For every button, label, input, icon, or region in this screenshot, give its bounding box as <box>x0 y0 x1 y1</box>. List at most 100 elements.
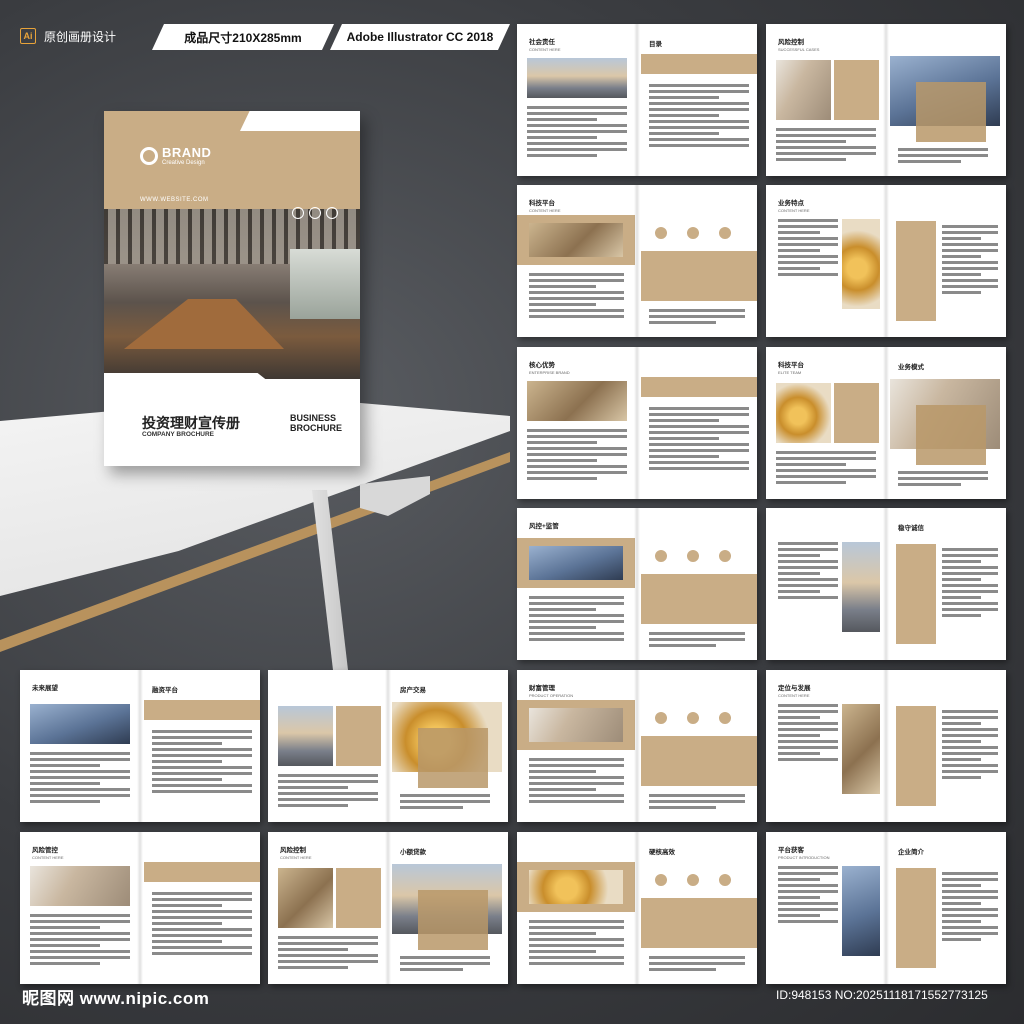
accent-block <box>641 251 757 301</box>
software-label: Adobe Illustrator CC 2018 <box>330 24 510 50</box>
spread-title: 风险控制 CONTENT HERE <box>280 847 312 860</box>
feature-icon <box>653 872 669 888</box>
feature-icon <box>717 710 733 726</box>
brochure-spread: 业务特点 CONTENT HERE <box>766 185 1006 337</box>
text-lines <box>278 936 378 972</box>
photo <box>30 866 130 906</box>
spread-title: 社会责任 CONTENT HERE <box>529 39 561 52</box>
brochure-spread: 核心优势 ENTERPRISE BRAND <box>517 347 757 499</box>
photo <box>527 58 627 98</box>
text-lines <box>529 596 624 644</box>
text-lines <box>776 128 876 164</box>
spread-title: 核心优势 ENTERPRISE BRAND <box>529 362 570 375</box>
brochure-spread: 风险管控 CONTENT HERE <box>20 832 260 984</box>
brochure-spread: 硬核高效 <box>517 832 757 984</box>
spread-right-title: 企业简介 <box>898 849 924 856</box>
spread-right-title: 目录 <box>649 41 662 48</box>
spread-title: 业务特点 CONTENT HERE <box>778 200 810 213</box>
photo <box>842 704 880 794</box>
feature-icon <box>685 710 701 726</box>
spread-right-title: 稳守诚信 <box>898 525 924 532</box>
spread-title: 风险控制 SUCCESSFUL CASES <box>778 39 820 52</box>
text-lines <box>529 920 624 968</box>
brochure-spread: 科技平台 CONTENT HERE <box>517 185 757 337</box>
text-lines <box>400 956 490 974</box>
brochure-spread: 财富管理 PRODUCT OPERATION <box>517 670 757 822</box>
brand-name: BRAND <box>162 145 212 160</box>
text-lines <box>649 309 745 327</box>
text-lines <box>278 774 378 810</box>
feature-icon <box>653 710 669 726</box>
photo <box>529 546 623 580</box>
image-id: ID:948153 NO:20251118171552773125 <box>776 988 988 1002</box>
accent-block <box>834 383 879 443</box>
text-lines <box>30 752 130 806</box>
feature-icon <box>653 548 669 564</box>
text-lines <box>649 956 745 974</box>
brochure-spread: 风险控制 CONTENT HERE 小额贷款 <box>268 832 508 984</box>
spread-title: 未来展望 <box>32 685 58 692</box>
spread-title: 财富管理 PRODUCT OPERATION <box>529 685 574 698</box>
text-lines <box>898 148 988 166</box>
photo <box>278 706 333 766</box>
spread-title: 科技平台 ELITE TEAM <box>778 362 804 375</box>
text-lines <box>152 730 252 796</box>
feature-icon <box>653 225 669 241</box>
header-title: 原创画册设计 <box>44 29 117 44</box>
accent-block <box>916 405 986 465</box>
spread-right-title: 小额贷款 <box>400 849 426 856</box>
size-label: 成品尺寸210X285mm <box>152 24 334 50</box>
office-photo <box>104 209 360 379</box>
accent-block <box>916 82 986 142</box>
brochure-spread: 科技平台 ELITE TEAM 业务模式 <box>766 347 1006 499</box>
accent-block <box>641 898 757 948</box>
text-lines <box>152 892 252 958</box>
text-lines <box>527 106 627 160</box>
phone-icon <box>326 207 338 219</box>
photo <box>842 219 880 309</box>
header-bar: Ai 原创画册设计 <box>20 22 116 50</box>
illustrator-icon: Ai <box>20 28 36 44</box>
text-lines <box>649 632 745 650</box>
accent-block <box>834 60 879 120</box>
cover-icons <box>292 207 338 219</box>
text-lines <box>898 471 988 489</box>
text-lines <box>942 548 998 620</box>
photo <box>776 60 831 120</box>
home-icon <box>292 207 304 219</box>
text-lines <box>778 542 838 602</box>
cover-website: WWW.WEBSITE.COM <box>140 197 209 203</box>
text-lines <box>527 429 627 483</box>
feature-icon <box>717 872 733 888</box>
photo <box>776 383 831 443</box>
spread-right-title: 房产交易 <box>400 687 426 694</box>
spread-title: 科技平台 CONTENT HERE <box>529 200 561 213</box>
photo <box>30 704 130 744</box>
accent-block <box>641 574 757 624</box>
brand-sub: Creative Design <box>162 160 205 166</box>
text-lines <box>529 758 624 806</box>
accent-block <box>336 706 381 766</box>
text-lines <box>649 407 749 473</box>
cover-title-cn: 投资理财宣传册 <box>142 415 240 431</box>
brochure-spread: 风控+监管 <box>517 508 757 660</box>
photo <box>527 381 627 421</box>
table-bracket <box>360 476 430 516</box>
accent-band <box>144 700 260 720</box>
text-lines <box>649 794 745 812</box>
location-icon <box>309 207 321 219</box>
feature-icon <box>717 548 733 564</box>
brochure-spread: 未来展望 融资平台 <box>20 670 260 822</box>
spread-title: 风险管控 CONTENT HERE <box>32 847 64 860</box>
feature-icon <box>685 872 701 888</box>
feature-icon <box>685 548 701 564</box>
accent-block <box>418 728 488 788</box>
text-lines <box>778 219 838 279</box>
text-lines <box>529 273 624 321</box>
photo <box>842 866 880 956</box>
brochure-spread: 定位与发展 CONTENT HERE <box>766 670 1006 822</box>
accent-column <box>896 544 936 644</box>
spread-right-title: 硬核高效 <box>649 849 675 856</box>
accent-band <box>144 862 260 882</box>
photo <box>529 708 623 742</box>
